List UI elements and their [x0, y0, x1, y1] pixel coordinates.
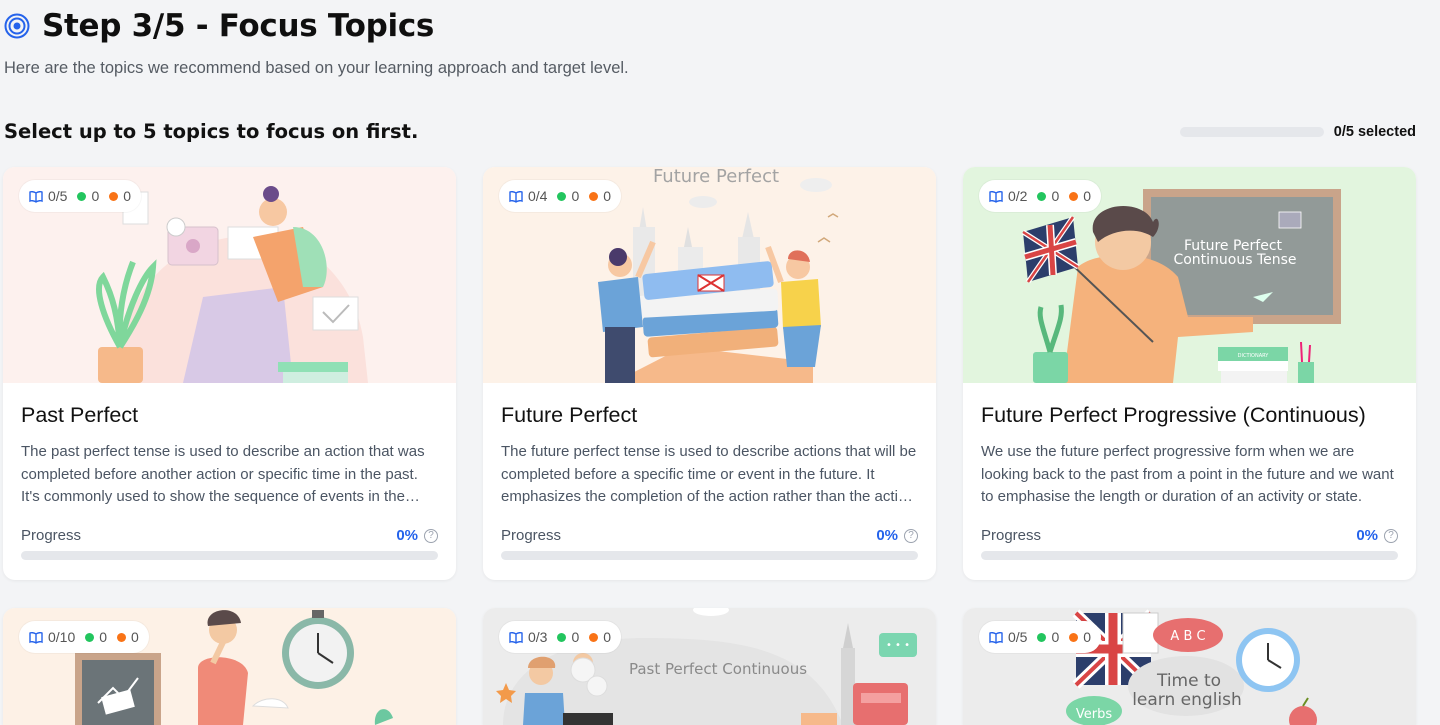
green-count: 0 [91, 188, 100, 204]
topic-description: The past perfect tense is used to descri… [21, 443, 425, 505]
topic-title: Future Perfect [501, 403, 638, 427]
orange-status-dot [589, 632, 599, 642]
selection-progress-bar [1179, 127, 1324, 137]
green-status-dot [1037, 191, 1047, 201]
book-icon [29, 631, 43, 644]
progress-percent: 0% [1356, 527, 1378, 544]
orange-count: 0 [123, 188, 132, 204]
help-icon[interactable]: ? [904, 528, 918, 543]
progress-value: 0% ? [396, 527, 438, 544]
lesson-stats-badge: 0/2 0 0 [979, 180, 1102, 212]
collage-text-line2: learn english [1132, 690, 1242, 710]
progress-bar [21, 551, 438, 560]
lesson-stats-badge: 0/10 0 0 [19, 621, 149, 653]
page-subtitle: Here are the topics we recommend based o… [4, 59, 629, 77]
topic-title: Future Perfect Progressive (Continuous) [981, 403, 1366, 427]
green-status-dot [1037, 632, 1047, 642]
book-spine-text: DICTIONARY [1238, 353, 1270, 359]
topic-card-past-perfect[interactable]: 0/5 0 0 Past Perfect The past perfect te… [3, 167, 456, 580]
green-status-dot [77, 191, 87, 201]
lesson-stats-badge: 0/5 0 0 [979, 621, 1102, 653]
orange-count: 0 [1083, 188, 1092, 204]
abc-bubble-text: A B C [1170, 629, 1205, 644]
orange-status-dot [117, 632, 127, 642]
lesson-count: 0/5 [48, 188, 68, 204]
lesson-count: 0/3 [528, 629, 548, 645]
green-count: 0 [99, 629, 108, 645]
progress-value: 0% ? [876, 527, 918, 544]
topic-image: 0/10 0 0 [3, 608, 456, 725]
book-icon [989, 190, 1003, 203]
green-status-dot [557, 191, 567, 201]
orange-status-dot [109, 191, 119, 201]
orange-status-dot [589, 191, 599, 201]
green-count: 0 [1051, 629, 1060, 645]
topic-image: Past Perfect Continuous • • • 0/3 0 0 [483, 608, 936, 725]
topic-card-6[interactable]: A B C Time to learn english Verbs 0/5 0 … [963, 608, 1416, 725]
topic-image: 0/5 0 0 [3, 167, 456, 383]
progress-value: 0% ? [1356, 527, 1398, 544]
topic-card-4[interactable]: 0/10 0 0 [3, 608, 456, 725]
lesson-count: 0/2 [1008, 188, 1028, 204]
topic-title: Past Perfect [21, 403, 139, 427]
lesson-stats-badge: 0/4 0 0 [499, 180, 622, 212]
lesson-stats-badge: 0/3 0 0 [499, 621, 622, 653]
topic-description: The future perfect tense is used to desc… [501, 443, 917, 505]
image-caption: Past Perfect Continuous [629, 660, 807, 678]
orange-count: 0 [131, 629, 139, 645]
orange-status-dot [1069, 191, 1079, 201]
progress-percent: 0% [396, 527, 418, 544]
green-count: 0 [571, 629, 580, 645]
book-icon [29, 190, 43, 203]
progress-bar [981, 551, 1398, 560]
book-icon [509, 190, 523, 203]
book-icon [509, 631, 523, 644]
selection-meter: 0/5 selected [1179, 124, 1416, 140]
lesson-count: 0/10 [48, 629, 76, 645]
orange-count: 0 [603, 629, 612, 645]
selection-count: 0/5 selected [1333, 124, 1416, 140]
progress-label: Progress [501, 527, 562, 544]
topic-image: A B C Time to learn english Verbs 0/5 0 … [963, 608, 1416, 725]
lesson-count: 0/5 [1008, 629, 1028, 645]
green-status-dot [557, 632, 567, 642]
progress-label: Progress [21, 527, 82, 544]
book-icon [989, 631, 1003, 644]
target-icon [4, 13, 30, 39]
progress-bar [501, 551, 918, 560]
help-icon[interactable]: ? [1384, 528, 1398, 543]
selection-heading: Select up to 5 topics to focus on first. [4, 120, 419, 143]
page-header: Step 3/5 - Focus Topics [4, 8, 434, 44]
orange-count: 0 [1083, 629, 1092, 645]
orange-status-dot [1069, 632, 1079, 642]
svg-text:• • •: • • • [886, 640, 910, 651]
image-caption: Future Perfect [653, 167, 779, 187]
lesson-count: 0/4 [528, 188, 548, 204]
progress-label: Progress [981, 527, 1042, 544]
orange-count: 0 [603, 188, 612, 204]
topic-card-future-perfect-progressive[interactable]: Future Perfect Continuous Tense DICTIONA… [963, 167, 1416, 580]
verbs-badge-text: Verbs [1076, 707, 1112, 722]
topic-card-5[interactable]: Past Perfect Continuous • • • 0/3 0 0 [483, 608, 936, 725]
green-count: 0 [1051, 188, 1060, 204]
page-title: Step 3/5 - Focus Topics [42, 8, 435, 44]
help-icon[interactable]: ? [424, 528, 438, 543]
green-count: 0 [571, 188, 580, 204]
topic-card-future-perfect[interactable]: Future Perfect 0/4 0 0 Future Perfect Th… [483, 167, 936, 580]
chalkboard-text-line2: Continuous Tense [1173, 252, 1296, 268]
lesson-stats-badge: 0/5 0 0 [19, 180, 142, 212]
progress-percent: 0% [876, 527, 898, 544]
topic-image: Future Perfect Continuous Tense DICTIONA… [963, 167, 1416, 383]
collage-text-line1: Time to [1156, 671, 1221, 691]
green-status-dot [85, 632, 95, 642]
topic-description: We use the future perfect progressive fo… [981, 443, 1394, 505]
topic-image: Future Perfect 0/4 0 0 [483, 167, 936, 383]
